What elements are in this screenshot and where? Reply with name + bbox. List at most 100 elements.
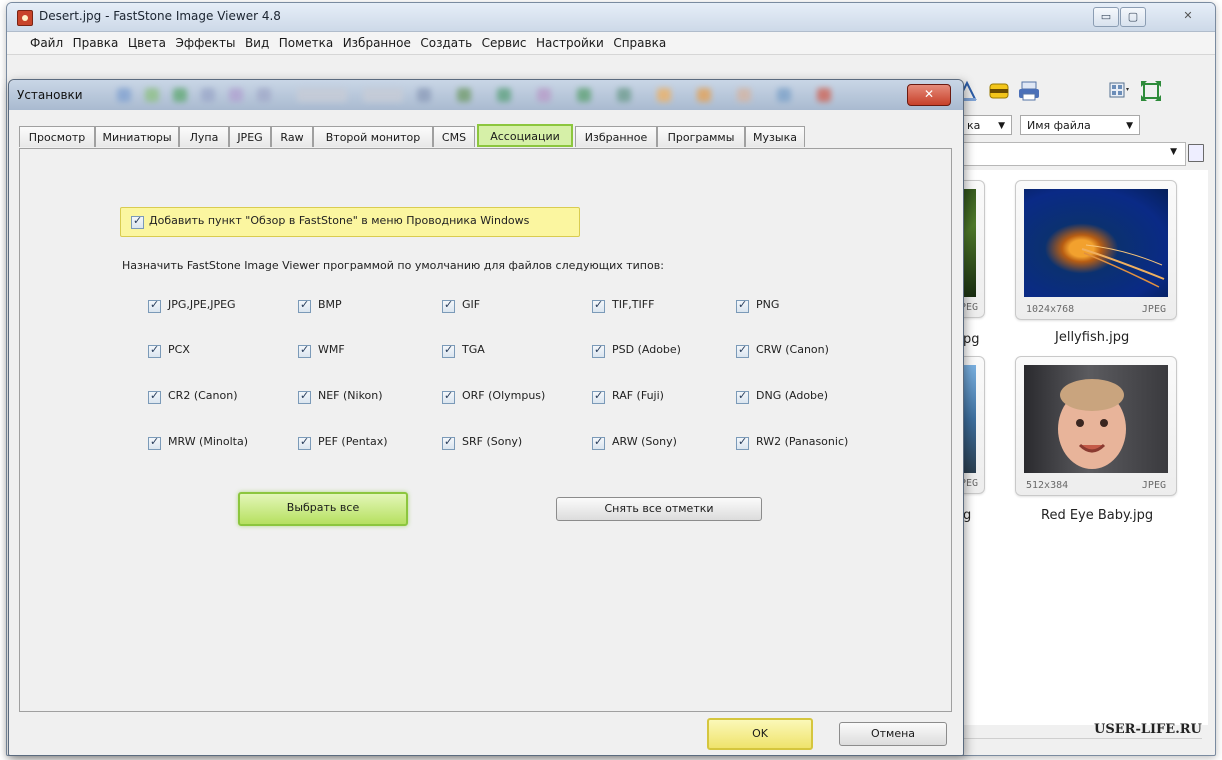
tab-second-monitor[interactable]: Второй монитор xyxy=(313,126,433,147)
view-mode-icon[interactable] xyxy=(1107,79,1131,103)
app-icon xyxy=(17,10,33,26)
thumbnail-format: JPEG xyxy=(1141,304,1166,315)
filetype-checkbox[interactable] xyxy=(592,435,605,450)
filetype-checkbox[interactable] xyxy=(442,389,455,404)
menu-file[interactable]: Файл xyxy=(27,33,66,50)
filetype-checkbox[interactable] xyxy=(148,389,161,404)
chevron-down-icon: ▼ xyxy=(998,121,1005,131)
thumbnail-card[interactable]: 512x384 JPEG xyxy=(1015,356,1177,496)
filetype-checkbox[interactable] xyxy=(298,343,311,358)
tab-jpeg[interactable]: JPEG xyxy=(229,126,271,147)
filetype-checkbox[interactable] xyxy=(442,343,455,358)
chevron-down-icon: ▼ xyxy=(1170,147,1177,157)
filetype-checkbox[interactable] xyxy=(148,298,161,313)
filetype-checkbox[interactable] xyxy=(592,389,605,404)
browser-toolbar xyxy=(955,75,1208,109)
menu-settings[interactable]: Настройки xyxy=(533,33,607,50)
filetype-label: DNG (Adobe) xyxy=(756,389,829,402)
filetype-checkbox[interactable] xyxy=(736,298,749,313)
tab-associations[interactable]: Ассоциации xyxy=(477,124,573,147)
maximize-button[interactable]: ▢ xyxy=(1120,7,1146,27)
tab-raw[interactable]: Raw xyxy=(271,126,313,147)
explorer-option-highlight: Добавить пункт "Обзор в FastStone" в мен… xyxy=(120,207,580,237)
sort-by-combo[interactable]: Имя файла ▼ xyxy=(1020,115,1140,135)
compare-icon[interactable] xyxy=(987,79,1011,103)
fullscreen-icon[interactable] xyxy=(1139,79,1163,103)
filetype-checkbox[interactable] xyxy=(298,298,311,313)
filetype-checkbox[interactable] xyxy=(442,298,455,313)
sort-combo-partial[interactable]: ка ▼ xyxy=(962,115,1012,135)
thumbnail-name: Jellyfish.jpg xyxy=(1055,330,1130,345)
tab-magnifier[interactable]: Лупа xyxy=(179,126,229,147)
filetype-label: CR2 (Canon) xyxy=(168,389,238,402)
filetype-checkbox[interactable] xyxy=(148,435,161,450)
thumbnail-format: JPEG xyxy=(1141,480,1166,491)
tab-favorites[interactable]: Избранное xyxy=(575,126,657,147)
explorer-menu-label: Добавить пункт "Обзор в FastStone" в мен… xyxy=(149,214,530,227)
explorer-menu-checkbox[interactable] xyxy=(131,214,144,229)
dialog-close-button[interactable]: ✕ xyxy=(907,84,951,106)
print-icon[interactable] xyxy=(1017,79,1041,103)
menu-view[interactable]: Вид xyxy=(242,33,272,50)
filetype-checkbox[interactable] xyxy=(148,343,161,358)
thumbnail-name: pg xyxy=(963,332,980,347)
menu-help[interactable]: Справка xyxy=(610,33,669,50)
tab-view[interactable]: Просмотр xyxy=(19,126,95,147)
filetype-checkbox[interactable] xyxy=(592,343,605,358)
menu-tools[interactable]: Сервис xyxy=(479,33,530,50)
watermark: USER-LIFE.RU xyxy=(1094,722,1202,737)
trash-icon[interactable] xyxy=(1188,144,1204,162)
tab-programs[interactable]: Программы xyxy=(657,126,745,147)
clear-all-button[interactable]: Снять все отметки xyxy=(556,497,762,521)
filetype-checkbox[interactable] xyxy=(298,435,311,450)
filetype-label: ORF (Olympus) xyxy=(462,389,546,402)
sort-by-value: Имя файла xyxy=(1027,119,1091,132)
filetype-label: PNG xyxy=(756,298,780,311)
menu-mark[interactable]: Пометка xyxy=(276,33,336,50)
window-title: Desert.jpg - FastStone Image Viewer 4.8 xyxy=(39,9,281,23)
chevron-down-icon: ▼ xyxy=(1126,121,1133,131)
filetype-label: GIF xyxy=(462,298,481,311)
associations-caption: Назначить FastStone Image Viewer програм… xyxy=(122,259,664,272)
filetype-label: ARW (Sony) xyxy=(612,435,677,448)
tab-cms[interactable]: CMS xyxy=(433,126,475,147)
thumbnail-card[interactable]: 1024x768 JPEG xyxy=(1015,180,1177,320)
status-bar xyxy=(962,738,1202,753)
select-all-button[interactable]: Выбрать все xyxy=(238,492,408,526)
close-button[interactable]: ✕ xyxy=(1173,7,1203,25)
filetype-label: TIF,TIFF xyxy=(612,298,655,311)
filetype-label: PCX xyxy=(168,343,190,356)
minimize-button[interactable]: ▭ xyxy=(1093,7,1119,27)
filetype-label: PEF (Pentax) xyxy=(318,435,388,448)
thumbnail-name: g xyxy=(963,508,972,523)
filetype-label: PSD (Adobe) xyxy=(612,343,681,356)
filetype-checkbox[interactable] xyxy=(736,389,749,404)
thumbnail-name: Red Eye Baby.jpg xyxy=(1041,508,1154,523)
cancel-button[interactable]: Отмена xyxy=(839,722,947,746)
tab-thumbnails[interactable]: Миниатюры xyxy=(95,126,179,147)
thumbnail-image xyxy=(1024,365,1168,473)
associations-panel: Добавить пункт "Обзор в FastStone" в мен… xyxy=(19,148,952,712)
filetype-checkbox[interactable] xyxy=(592,298,605,313)
filetype-label: RW2 (Panasonic) xyxy=(756,435,849,448)
menu-edit[interactable]: Правка xyxy=(70,33,122,50)
tab-music[interactable]: Музыка xyxy=(745,126,805,147)
filetype-checkbox[interactable] xyxy=(736,343,749,358)
sort-combo-partial-value: ка xyxy=(967,119,981,132)
filetype-label: BMP xyxy=(318,298,342,311)
dialog-title: Установки xyxy=(17,88,83,102)
menu-favorites[interactable]: Избранное xyxy=(340,33,414,50)
filetype-label: SRF (Sony) xyxy=(462,435,523,448)
filetype-checkbox[interactable] xyxy=(442,435,455,450)
filetype-label: TGA xyxy=(462,343,485,356)
thumbnail-pane: PEG pg 1024x768 JPEG Jellyfish.jpg PEG g… xyxy=(935,170,1208,725)
menu-bar: Файл Правка Цвета Эффекты Вид Пометка Из… xyxy=(7,32,1215,55)
filetype-checkbox[interactable] xyxy=(298,389,311,404)
menu-colors[interactable]: Цвета xyxy=(125,33,169,50)
thumbnail-image xyxy=(1024,189,1168,297)
path-field[interactable]: ▼ xyxy=(962,142,1186,166)
menu-effects[interactable]: Эффекты xyxy=(172,33,238,50)
menu-create[interactable]: Создать xyxy=(417,33,475,50)
ok-button[interactable]: OK xyxy=(707,718,813,750)
filetype-checkbox[interactable] xyxy=(736,435,749,450)
